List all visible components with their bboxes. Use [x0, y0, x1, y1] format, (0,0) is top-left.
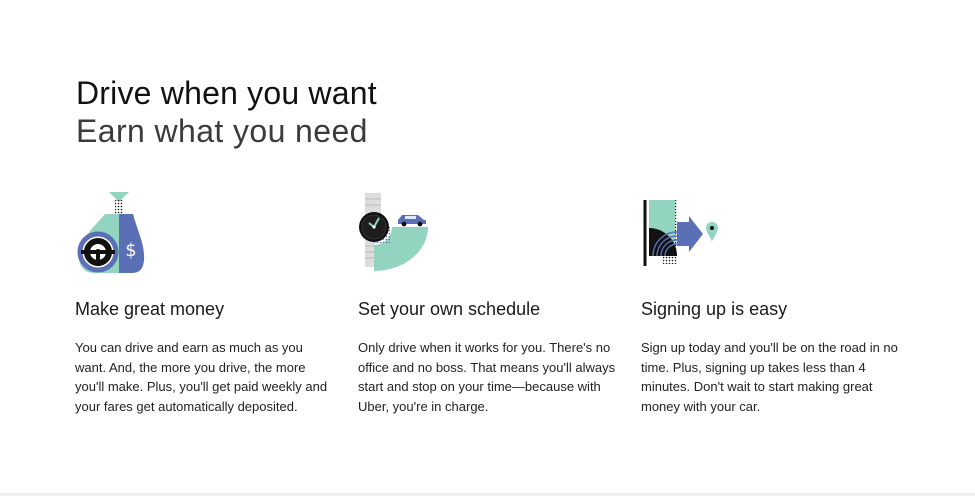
features-section: $ Make great money You can drive and ear… [75, 190, 935, 416]
feature-make-money: $ Make great money You can drive and ear… [75, 190, 358, 416]
feature-title: Set your own schedule [358, 299, 541, 319]
watch-car-icon [358, 190, 641, 276]
feature-schedule: Set your own schedule Only drive when it… [358, 190, 641, 416]
hero-title: Drive when you want [76, 75, 377, 111]
money-bag-steering-wheel-icon: $ [75, 190, 358, 276]
hero-section: Drive when you want Earn what you need [76, 74, 377, 150]
phone-signal-location-icon [641, 190, 924, 276]
feature-body: You can drive and earn as much as you wa… [75, 340, 328, 414]
feature-title: Make great money [75, 299, 225, 319]
feature-title: Signing up is easy [641, 299, 788, 319]
feature-body: Only drive when it works for you. There'… [358, 340, 616, 414]
feature-signup: Signing up is easy Sign up today and you… [641, 190, 924, 416]
feature-body: Sign up today and you'll be on the road … [641, 340, 898, 414]
svg-text:$: $ [125, 240, 136, 261]
hero-subtitle: Earn what you need [76, 113, 368, 149]
